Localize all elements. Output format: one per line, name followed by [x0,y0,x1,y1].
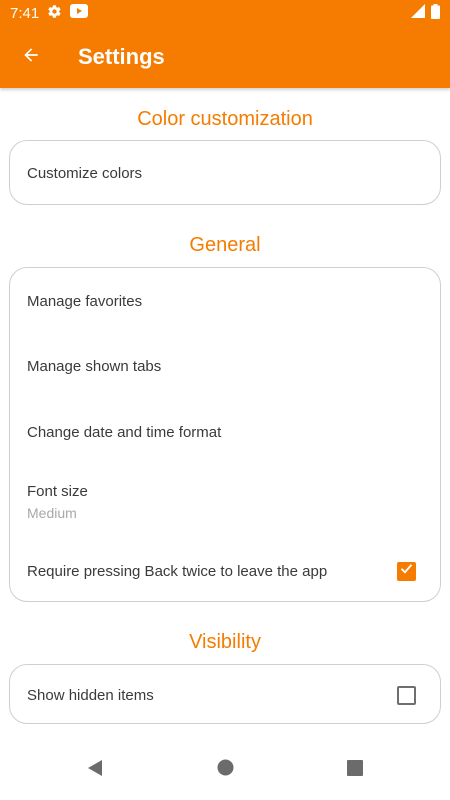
check-icon [399,561,414,581]
back-twice-item[interactable]: Require pressing Back twice to leave the… [10,539,440,603]
app-bar: Settings [0,26,450,88]
back-twice-checkbox[interactable] [397,561,416,581]
gear-icon [47,4,62,23]
item-label: Font size [27,483,88,500]
system-nav-bar [0,740,450,800]
change-date-time-format-item[interactable]: Change date and time format [10,399,440,465]
visibility-card: Show hidden items [9,664,441,724]
square-recents-icon [347,759,363,781]
manage-favorites-item[interactable]: Manage favorites [10,268,440,334]
item-label: Manage shown tabs [27,358,162,375]
font-size-item[interactable]: Font size Medium [10,465,440,539]
section-title-visibility: Visibility [189,631,261,653]
nav-recents-button[interactable] [290,740,420,800]
status-time: 7:41 [10,4,40,22]
section-title-color: Color customization [137,108,313,130]
manage-shown-tabs-item[interactable]: Manage shown tabs [10,334,440,399]
item-label: Customize colors [27,165,143,182]
battery-icon [431,3,440,23]
status-bar: 7:41 [0,0,450,26]
nav-home-button[interactable] [160,740,290,800]
signal-icon [411,4,425,22]
triangle-back-icon [86,759,104,782]
arrow-back-icon [21,45,41,70]
item-label: Require pressing Back twice to leave the… [27,562,328,580]
item-label: Change date and time format [27,423,222,441]
item-label: Show hidden items [27,686,154,704]
youtube-icon [70,4,89,22]
show-hidden-items-item[interactable]: Show hidden items [10,665,440,725]
page-title: Settings [78,44,165,69]
general-card: Manage favorites Manage shown tabs Chang… [9,267,441,602]
show-hidden-checkbox[interactable] [397,685,416,705]
back-button[interactable] [0,26,62,88]
font-size-value: Medium [27,505,77,521]
nav-back-button[interactable] [30,740,160,800]
color-card: Customize colors [9,140,441,205]
item-label: Manage favorites [27,292,143,310]
circle-home-icon [217,759,234,781]
section-title-general: General [189,234,261,256]
customize-colors-item[interactable]: Customize colors [10,141,440,206]
